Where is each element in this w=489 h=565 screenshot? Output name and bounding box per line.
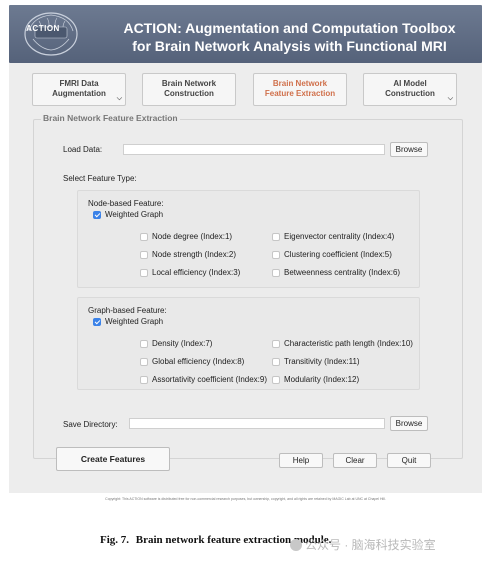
panel-title: Brain Network Feature Extraction	[41, 113, 180, 123]
node-group-title: Node-based Feature:	[88, 199, 164, 208]
clustering-coefficient-checkbox[interactable]	[272, 251, 280, 259]
clear-button[interactable]: Clear	[333, 453, 377, 468]
figure-number: Fig. 7.	[100, 534, 130, 546]
characteristic-path-length-label: Characteristic path length (Index:10)	[284, 339, 413, 348]
watermark-text: 公众号 · 脑海科技实验室	[305, 538, 436, 552]
tab-brain-network-construction[interactable]: Brain Network Construction	[142, 73, 236, 106]
quit-button[interactable]: Quit	[387, 453, 431, 468]
tab-label-line2: Feature Extraction	[264, 89, 336, 98]
watermark: 公众号 · 脑海科技实验室	[290, 536, 436, 553]
global-efficiency-checkbox[interactable]	[140, 358, 148, 366]
create-features-button[interactable]: Create Features	[56, 447, 170, 471]
node-based-feature-group: Node-based Feature: Weighted Graph Node …	[77, 190, 420, 288]
graph-based-feature-group: Graph-based Feature: Weighted Graph Dens…	[77, 297, 420, 390]
brain-logo-icon	[21, 9, 81, 59]
app-title-line2: for Brain Network Analysis with Function…	[132, 38, 447, 54]
tab-label-line1: AI Model	[393, 79, 427, 88]
app-window: FMRI Data Augmentation ⌵ Brain Network C…	[9, 63, 482, 493]
save-directory-path-input[interactable]	[129, 418, 385, 429]
node-degree-checkbox[interactable]	[140, 233, 148, 241]
local-efficiency-checkbox[interactable]	[140, 269, 148, 277]
node-strength-checkbox[interactable]	[140, 251, 148, 259]
assortativity-coefficient-label: Assortativity coefficient (Index:9)	[152, 375, 268, 384]
global-efficiency-label: Global efficiency (Index:8)	[152, 357, 245, 366]
tab-label-line2: Construction	[164, 89, 214, 98]
node-weighted-graph-checkbox[interactable]	[93, 211, 101, 219]
modularity-checkbox[interactable]	[272, 376, 280, 384]
betweenness-centrality-label: Betweenness centrality (Index:6)	[284, 268, 401, 277]
load-data-path-input[interactable]	[123, 144, 385, 155]
clustering-coefficient-label: Clustering coefficient (Index:5)	[284, 250, 392, 259]
load-data-label: Load Data:	[63, 145, 103, 154]
local-efficiency-label: Local efficiency (Index:3)	[152, 268, 241, 277]
transitivity-label: Transitivity (Index:11)	[284, 357, 360, 366]
chevron-down-icon: ⌵	[447, 95, 453, 102]
tab-label-line1: Brain Network	[161, 79, 217, 88]
node-strength-label: Node strength (Index:2)	[152, 250, 237, 259]
betweenness-centrality-checkbox[interactable]	[272, 269, 280, 277]
node-degree-label: Node degree (Index:1)	[152, 232, 233, 241]
graph-weighted-graph-label: Weighted Graph	[105, 317, 164, 326]
tab-label-line2: Augmentation	[52, 89, 106, 98]
load-data-browse-button[interactable]: Browse	[390, 142, 428, 157]
help-button[interactable]: Help	[279, 453, 323, 468]
transitivity-checkbox[interactable]	[272, 358, 280, 366]
assortativity-coefficient-checkbox[interactable]	[140, 376, 148, 384]
eigenvector-centrality-checkbox[interactable]	[272, 233, 280, 241]
tab-label-line1: FMRI Data	[59, 79, 99, 88]
save-directory-label: Save Directory:	[63, 420, 118, 429]
select-feature-type-label: Select Feature Type:	[63, 174, 137, 183]
tab-ai-model-construction[interactable]: AI Model Construction ⌵	[363, 73, 457, 106]
feature-extraction-panel: Brain Network Feature Extraction Load Da…	[33, 113, 463, 459]
logo-text: ACTION	[26, 24, 60, 33]
tab-fmri-data-augmentation[interactable]: FMRI Data Augmentation ⌵	[32, 73, 126, 106]
wechat-icon	[290, 539, 302, 551]
tab-label-line2: Construction	[385, 89, 435, 98]
density-checkbox[interactable]	[140, 340, 148, 348]
panel-frame	[33, 119, 463, 459]
save-directory-browse-button[interactable]: Browse	[390, 416, 428, 431]
graph-group-title: Graph-based Feature:	[88, 306, 167, 315]
characteristic-path-length-checkbox[interactable]	[272, 340, 280, 348]
app-header: ACTION ACTION: Augmentation and Computat…	[9, 5, 482, 63]
tab-label-line1: Brain Network	[272, 79, 328, 88]
tab-brain-network-feature-extraction[interactable]: Brain Network Feature Extraction	[253, 73, 347, 106]
node-weighted-graph-label: Weighted Graph	[105, 210, 164, 219]
chevron-down-icon: ⌵	[116, 95, 122, 102]
density-label: Density (Index:7)	[152, 339, 213, 348]
eigenvector-centrality-label: Eigenvector centrality (Index:4)	[284, 232, 395, 241]
copyright-notice: Copyright: This ACTION software is distr…	[105, 497, 386, 501]
modularity-label: Modularity (Index:12)	[284, 375, 360, 384]
graph-weighted-graph-checkbox[interactable]	[93, 318, 101, 326]
app-title-line1: ACTION: Augmentation and Computation Too…	[123, 20, 456, 36]
